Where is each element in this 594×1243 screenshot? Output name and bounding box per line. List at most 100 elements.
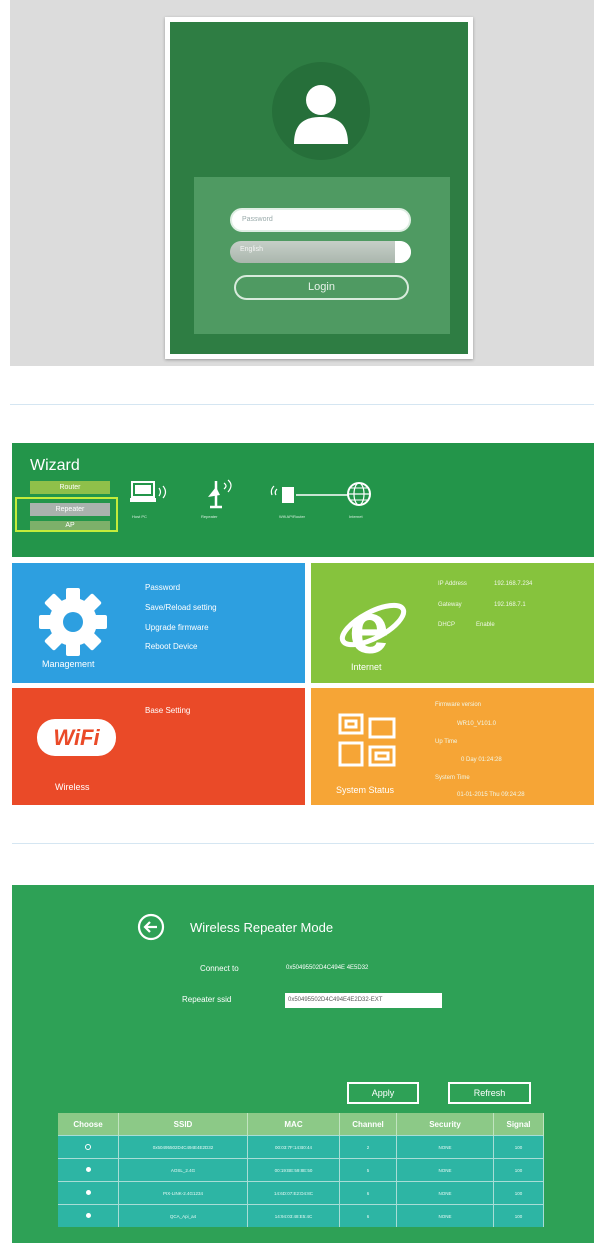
base-setting-link[interactable]: Base Setting [145, 706, 190, 715]
col-choose: Choose [58, 1113, 119, 1136]
row-mac: 14:94:03:48:E5:4C [247, 1204, 340, 1227]
wireless-tile[interactable]: WiFi Wireless Base Setting [12, 688, 305, 805]
topology-label-repeater: Repeater [201, 514, 218, 519]
dhcp-value: Enable [476, 622, 495, 628]
table-row[interactable]: PIX-LINK-2.4G1234 14:6D:07:E2:D4:8C 6 NO… [58, 1181, 544, 1205]
language-select[interactable]: English [230, 241, 411, 263]
firmware-value: WR10_V101.0 [457, 721, 497, 727]
row-radio[interactable] [58, 1181, 119, 1205]
apply-button[interactable]: Apply [347, 1082, 419, 1104]
row-mac: 00:03:7F:14:B0:44 [247, 1135, 340, 1159]
avatar [272, 62, 370, 160]
login-form: Password English Login [194, 177, 450, 334]
repeater-icon [208, 479, 232, 509]
connect-to-value: 0x50495502D4C494E 4E5D32 [286, 965, 369, 971]
password-field[interactable]: Password [230, 208, 411, 232]
wifi-logo-icon: WiFi [37, 719, 116, 756]
row-security: NONE [396, 1204, 494, 1227]
firmware-label: Firmware version [435, 702, 482, 708]
management-tile[interactable]: Management Password Save/Reload setting … [12, 563, 305, 683]
repeater-ssid-input[interactable]: 0x50495502D4C494E4E2D32-EXT [285, 993, 442, 1008]
radio-button[interactable] [85, 1190, 91, 1195]
uptime-value: 0 Day 01:24:28 [461, 757, 502, 763]
row-radio[interactable] [58, 1204, 119, 1227]
table-row[interactable]: QCA_Api_a4 14:94:03:48:E5:4C 6 NONE 100 [58, 1204, 544, 1227]
repeater-mode-panel: Wireless Repeater Mode Connect to 0x5049… [12, 885, 594, 1243]
row-radio[interactable] [58, 1135, 119, 1159]
col-ssid: SSID [118, 1113, 248, 1136]
login-screen: Password English Login [10, 0, 594, 366]
row-channel: 6 [339, 1181, 397, 1205]
back-arrow-icon[interactable] [137, 913, 165, 941]
row-signal: 100 [493, 1181, 544, 1205]
row-ssid: PIX-LINK-2.4G1234 [118, 1181, 248, 1205]
uptime-label: Up Time [435, 739, 458, 745]
user-icon [294, 85, 348, 144]
internet-tile[interactable]: e Internet IP Address 192.168.7.234 Gate… [311, 563, 594, 683]
radio-button[interactable] [85, 1213, 91, 1218]
table-row[interactable]: AOSL_2.4G 00:19:BE:59:8E:50 5 NONE 100 [58, 1158, 544, 1182]
row-signal: 100 [493, 1135, 544, 1159]
login-button[interactable]: Login [234, 275, 409, 300]
password-link[interactable]: Password [145, 583, 180, 592]
wifi-router-icon [270, 485, 348, 503]
section-divider [12, 843, 594, 844]
section-divider [10, 404, 594, 405]
radio-button[interactable] [85, 1167, 91, 1172]
col-security: Security [396, 1113, 494, 1136]
row-ssid: QCA_Api_a4 [118, 1204, 248, 1227]
dhcp-label: DHCP [438, 622, 456, 628]
wizard-title: Wizard [30, 457, 80, 474]
wizard-bar: Wizard Router Repeater AP Host PC Repeat… [12, 443, 594, 557]
internet-explorer-icon: e [339, 589, 407, 663]
ip-address-value: 192.168.7.234 [494, 581, 533, 587]
row-channel: 2 [339, 1135, 397, 1159]
table-header-row: Choose SSID MAC Channel Security Signal [58, 1113, 544, 1136]
connect-to-label: Connect to [200, 964, 239, 973]
selected-mode-highlight [15, 497, 118, 532]
radio-button[interactable] [85, 1143, 91, 1150]
system-status-icon [338, 713, 396, 767]
repeater-ssid-label: Repeater ssid [182, 995, 232, 1004]
gateway-label: Gateway [438, 602, 462, 608]
upgrade-firmware-link[interactable]: Upgrade firmware [145, 623, 209, 632]
system-status-label: System Status [336, 785, 395, 795]
topology-label-internet: Internet [349, 514, 363, 519]
row-mac: 14:6D:07:E2:D4:8C [247, 1181, 340, 1205]
management-label: Management [42, 659, 95, 669]
row-radio[interactable] [58, 1158, 119, 1182]
row-security: NONE [396, 1181, 494, 1205]
system-status-tile[interactable]: System Status Firmware version WR10_V101… [311, 688, 594, 805]
ip-address-label: IP Address [438, 581, 467, 587]
table-row[interactable]: 0x50495502D4C494E4E2D32 00:03:7F:14:B0:4… [58, 1135, 544, 1159]
row-security: NONE [396, 1135, 494, 1159]
mode-router[interactable]: Router [30, 481, 110, 494]
language-value: English [240, 246, 263, 253]
globe-icon [347, 482, 371, 506]
row-channel: 5 [339, 1158, 397, 1182]
reboot-device-link[interactable]: Reboot Device [145, 642, 197, 651]
system-time-label: System Time [435, 775, 470, 781]
row-signal: 100 [493, 1158, 544, 1182]
save-reload-link[interactable]: Save/Reload setting [145, 603, 217, 612]
gear-icon [39, 588, 107, 656]
row-ssid: 0x50495502D4C494E4E2D32 [118, 1135, 248, 1159]
row-security: NONE [396, 1158, 494, 1182]
row-channel: 6 [339, 1204, 397, 1227]
wireless-label: Wireless [55, 782, 90, 792]
row-ssid: AOSL_2.4G [118, 1158, 248, 1182]
col-signal: Signal [493, 1113, 544, 1136]
dropdown-arrow-icon[interactable] [395, 241, 411, 263]
topology-label-host: Host PC [132, 514, 147, 519]
wifi-logo-text: WiFi [53, 725, 100, 750]
row-signal: 100 [493, 1204, 544, 1227]
svg-text:e: e [349, 589, 389, 663]
internet-label: Internet [351, 662, 382, 672]
host-pc-icon [130, 481, 167, 502]
page-title: Wireless Repeater Mode [190, 920, 334, 935]
access-point-table: Choose SSID MAC Channel Security Signal … [58, 1113, 544, 1227]
system-time-value: 01-01-2015 Thu 09:24:28 [457, 792, 525, 798]
col-channel: Channel [339, 1113, 397, 1136]
refresh-button[interactable]: Refresh [448, 1082, 531, 1104]
login-card: Password English Login [165, 17, 473, 359]
